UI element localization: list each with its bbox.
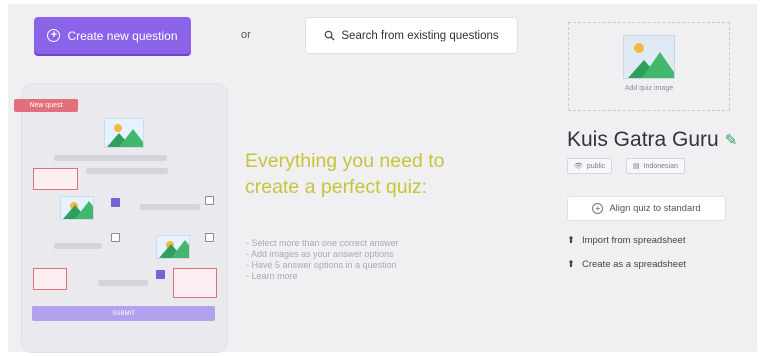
add-quiz-image-label: Add quiz image [624,85,674,92]
language-tag-label: Indonesian [643,162,678,170]
quiz-title-text: Kuis Gatra Guru [567,128,719,151]
image-placeholder-icon [623,35,675,79]
language-tag[interactable]: ▤ Indonesian [626,158,685,174]
placeholder-bar [86,168,168,174]
search-existing-questions-label: Search from existing questions [341,29,499,42]
align-quiz-to-standard-button[interactable]: + Align quiz to standard [567,196,726,221]
placeholder-bar [54,155,167,161]
language-icon: ▤ [633,163,640,170]
submit-bar: SUBMIT [32,306,215,321]
quiz-title: Kuis Gatra Guru ✎ [567,128,737,152]
image-icon [60,196,94,220]
promo-headline: Everything you need to create a perfect … [245,150,445,198]
checkbox-icon [111,233,120,242]
create-new-question-label: Create new question [67,28,178,43]
annotation-box [33,268,67,290]
upload-icon: ⬆ [567,259,575,270]
learn-more-link[interactable]: - Learn more [246,271,466,282]
create-spreadsheet-label: Create as a spreadsheet [581,259,687,270]
create-new-question-button[interactable]: + Create new question [34,17,191,54]
or-separator: or [241,29,251,41]
promo-feature-item: - Add images as your answer options [246,249,394,259]
create-as-spreadsheet-link[interactable]: ⬆ Create as a spreadsheet [567,259,686,270]
search-existing-questions-button[interactable]: Search from existing questions [305,17,518,54]
checkbox-icon [156,270,165,279]
visibility-tag-label: public [586,162,606,170]
annotation-box [33,168,78,190]
image-icon [104,118,144,148]
import-label: Import from spreadsheet [581,235,686,246]
search-icon [325,30,335,41]
promo-feature-list: - Select more than one correct answer - … [246,238,466,282]
add-quiz-image-dropzone[interactable]: Add quiz image [568,22,730,111]
plus-circle-icon: + [592,203,604,214]
placeholder-bar [54,243,102,249]
upload-icon: ⬆ [567,235,575,246]
promo-feature-item: - Have 5 answer options in a question [246,260,397,270]
plus-circle-icon: + [47,29,61,42]
pencil-icon[interactable]: ✎ [725,131,738,149]
checkbox-icon [205,233,214,242]
placeholder-bar [98,280,148,286]
align-quiz-label: Align quiz to standard [609,203,701,214]
visibility-tag[interactable]: 👁 public [567,158,613,174]
checkbox-icon [111,198,120,207]
annotation-box [173,268,217,298]
checkbox-icon [205,196,214,205]
placeholder-bar [140,204,200,210]
image-icon [156,235,190,259]
new-question-tag: New quest [14,99,78,112]
promo-feature-item: - Select more than one correct answer [246,238,399,248]
import-from-spreadsheet-link[interactable]: ⬆ Import from spreadsheet [567,235,685,246]
eye-icon: 👁 [574,163,583,170]
